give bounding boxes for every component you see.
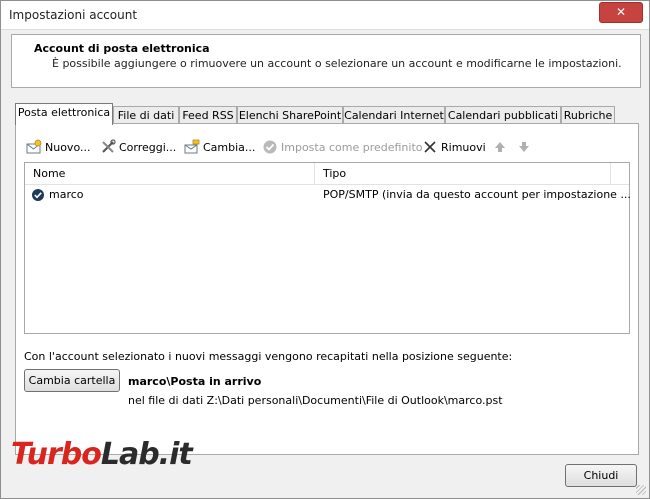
new-account-label: Nuovo... — [45, 140, 91, 154]
account-name: marco — [49, 188, 84, 201]
delivery-folder-name: marco\Posta in arrivo — [128, 375, 262, 388]
tab-email[interactable]: Posta elettronica — [15, 103, 113, 125]
remove-x-icon — [422, 139, 438, 155]
resize-grip-icon[interactable] — [636, 485, 646, 495]
arrow-down-icon — [516, 139, 532, 155]
repair-account-label: Correggi... — [119, 140, 177, 154]
table-row[interactable]: marco POP/SMTP (invia da questo account … — [25, 185, 631, 205]
window-title: Impostazioni account — [9, 8, 138, 22]
watermark-part-lab: Lab.it — [100, 437, 193, 472]
column-header-name[interactable]: Nome — [25, 163, 315, 184]
set-default-button[interactable]: Imposta come predefinito — [262, 138, 423, 156]
account-toolbar: Nuovo... Correggi... Cambia... Imposta c… — [26, 138, 626, 156]
tab-address-books[interactable]: Rubriche — [561, 106, 615, 124]
change-folder-button[interactable]: Cambia cartella — [24, 369, 120, 392]
window-close-button[interactable]: ✕ — [599, 2, 643, 23]
account-type: POP/SMTP (invia da questo account per im… — [323, 188, 631, 201]
remove-account-button[interactable]: Rimuovi — [422, 138, 486, 156]
set-default-label: Imposta come predefinito — [281, 140, 423, 154]
arrow-up-icon — [492, 139, 508, 155]
tab-rss-feeds[interactable]: Feed RSS — [179, 106, 237, 124]
change-account-button[interactable]: Cambia... — [184, 138, 255, 156]
new-account-button[interactable]: Nuovo... — [26, 138, 90, 156]
email-tab-panel: Nuovo... Correggi... Cambia... Imposta c… — [15, 123, 639, 455]
header-subtitle: È possibile aggiungere o rimuovere un ac… — [52, 57, 622, 70]
repair-account-button[interactable]: Correggi... — [100, 138, 176, 156]
tools-icon — [100, 139, 116, 155]
column-header-type[interactable]: Tipo — [315, 163, 611, 184]
list-header: Nome Tipo — [25, 163, 629, 185]
default-account-check-icon — [31, 188, 45, 202]
edit-mail-icon — [184, 139, 200, 155]
check-circle-icon — [262, 139, 278, 155]
new-mail-icon — [26, 139, 42, 155]
move-up-button[interactable] — [492, 138, 511, 156]
move-down-button[interactable] — [516, 138, 535, 156]
tab-published-calendars[interactable]: Calendari pubblicati — [445, 106, 561, 124]
title-bar: Impostazioni account ✕ — [1, 1, 649, 30]
change-account-label: Cambia... — [203, 140, 256, 154]
close-dialog-button[interactable]: Chiudi — [565, 464, 637, 487]
accounts-list[interactable]: Nome Tipo marco POP/SMTP (invia da quest… — [24, 162, 631, 334]
turbolab-watermark-logo: TurboLab.it — [11, 437, 193, 477]
tab-sharepoint-lists[interactable]: Elenchi SharePoint — [237, 106, 343, 124]
header-title: Account di posta elettronica — [34, 42, 210, 55]
header-panel: Account di posta elettronica È possibile… — [11, 34, 641, 88]
tab-internet-calendars[interactable]: Calendari Internet — [343, 106, 445, 124]
remove-account-label: Rimuovi — [441, 140, 486, 154]
watermark-part-turbo: Turbo — [11, 437, 102, 472]
tab-data-files[interactable]: File di dati — [113, 106, 179, 124]
delivery-info-text: Con l'account selezionato i nuovi messag… — [24, 350, 513, 363]
account-settings-window: Impostazioni account ✕ Account di posta … — [0, 0, 650, 499]
delivery-folder-path: nel file di dati Z:\Dati personali\Docum… — [128, 394, 503, 407]
